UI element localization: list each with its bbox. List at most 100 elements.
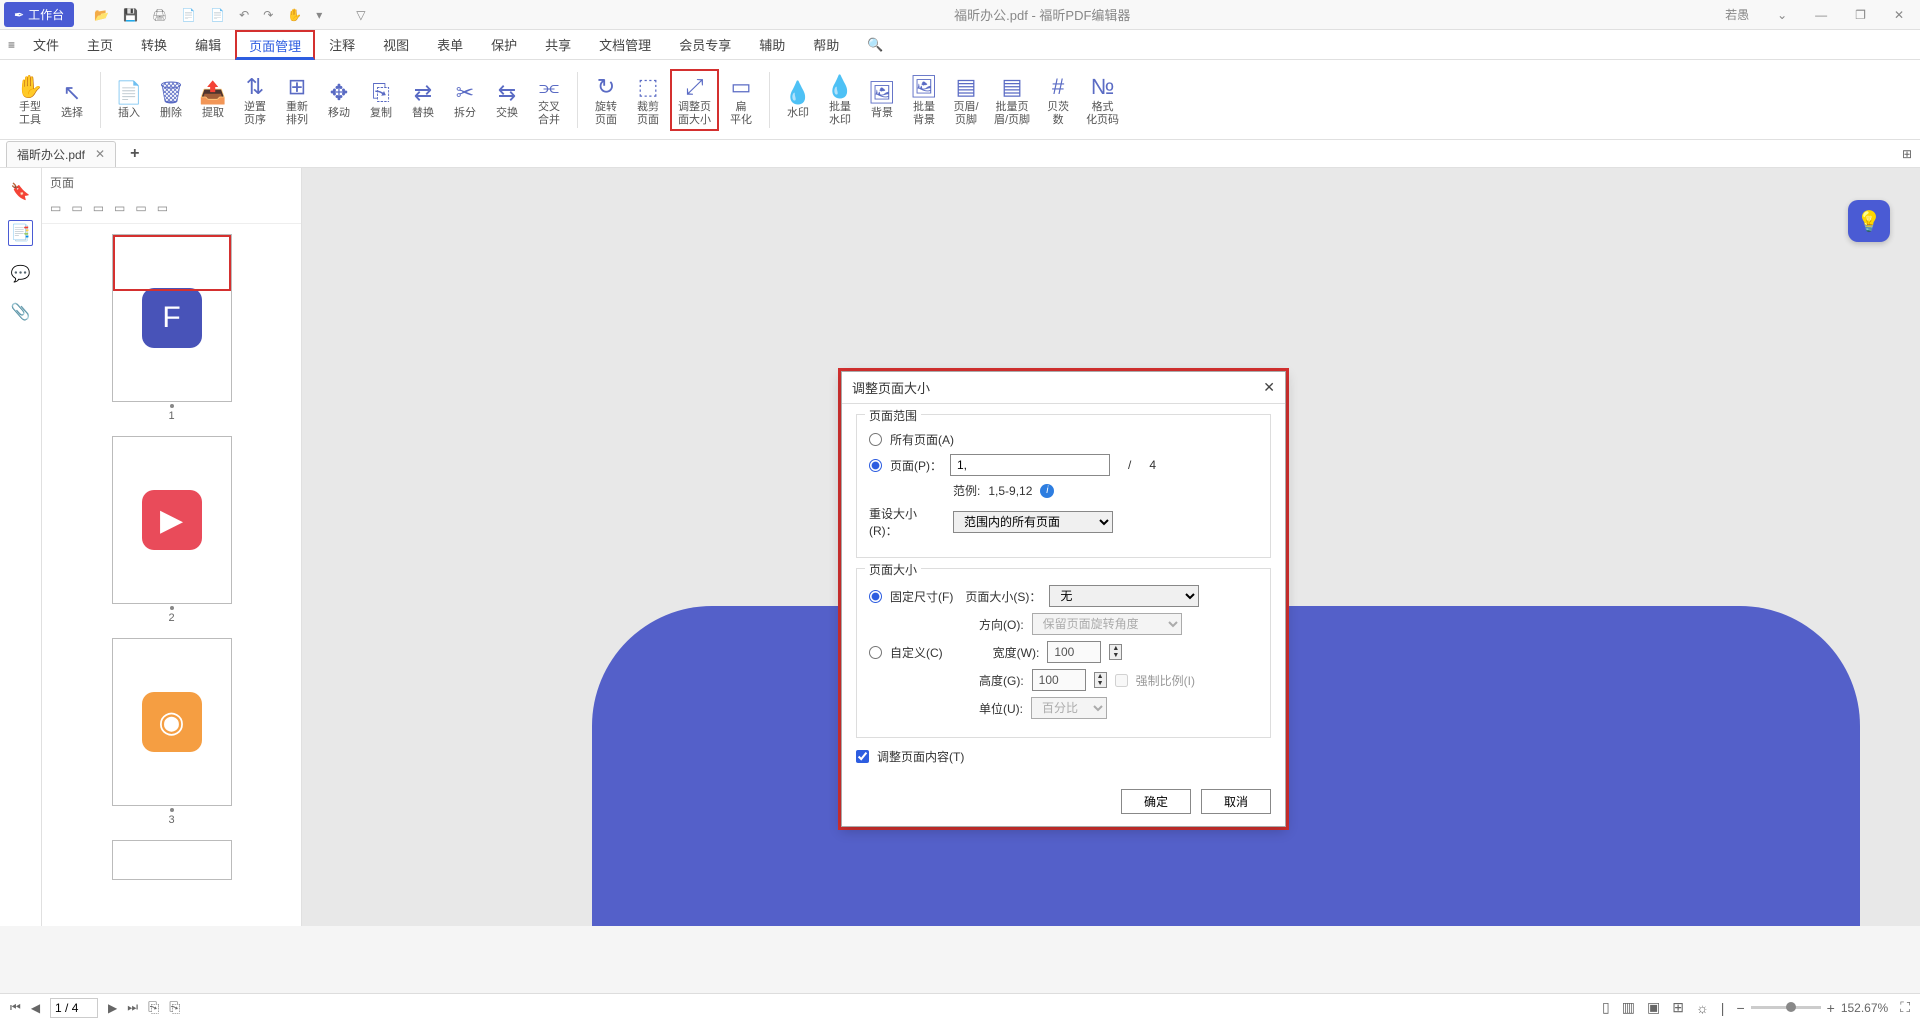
ribbon-hand-tool[interactable]: ✋手型 工具 bbox=[10, 71, 50, 129]
last-page-button[interactable]: ⏭ bbox=[127, 1000, 138, 1015]
dialog-close-button[interactable]: ✕ bbox=[1263, 379, 1275, 396]
zoom-in-button[interactable]: + bbox=[1827, 1000, 1835, 1016]
ribbon-resize-page[interactable]: ⤢调整页 面大小 bbox=[670, 69, 719, 131]
ribbon-swap[interactable]: ⇆交换 bbox=[487, 71, 527, 129]
menu-home[interactable]: 主页 bbox=[73, 29, 127, 60]
ribbon-flatten[interactable]: ▭扁 平化 bbox=[721, 69, 761, 131]
ribbon-rearrange[interactable]: ⊞重新 排列 bbox=[277, 71, 317, 129]
page-thumbnail-1[interactable]: F bbox=[112, 234, 232, 402]
user-label[interactable]: 若愚 bbox=[1719, 4, 1755, 25]
height-spinner[interactable]: ▲▼ bbox=[1094, 672, 1107, 688]
tab-close-icon[interactable]: ✕ bbox=[95, 147, 105, 161]
ribbon-watermark[interactable]: 💧水印 bbox=[778, 71, 818, 129]
fixed-size-radio[interactable] bbox=[869, 590, 882, 603]
ribbon-reverse[interactable]: ⇅逆置 页序 bbox=[235, 71, 275, 129]
first-page-button[interactable]: ⏮ bbox=[10, 1000, 21, 1015]
open-icon[interactable]: 📂 bbox=[94, 8, 109, 22]
undo-icon[interactable]: ↶ bbox=[239, 8, 249, 22]
menu-page-manage[interactable]: 页面管理 bbox=[235, 30, 315, 60]
panel-icon[interactable]: ▭ bbox=[50, 201, 61, 215]
comments-icon[interactable]: 💬 bbox=[11, 264, 31, 284]
doc-icon[interactable]: 📄 bbox=[210, 8, 225, 22]
view-two-page-icon[interactable]: ▣ bbox=[1647, 999, 1660, 1016]
ribbon-background[interactable]: 🖼背景 bbox=[862, 71, 902, 129]
next-page-button[interactable]: ▶ bbox=[108, 1001, 117, 1015]
ribbon-header-footer[interactable]: ▤页眉/ 页脚 bbox=[946, 71, 986, 129]
nav-icon[interactable]: ⎘ bbox=[169, 999, 180, 1016]
bookmark-icon[interactable]: 🔖 bbox=[11, 182, 31, 202]
minimize-button[interactable]: — bbox=[1809, 6, 1833, 24]
menu-protect[interactable]: 保护 bbox=[477, 29, 531, 60]
doc-add-icon[interactable]: 📄 bbox=[181, 8, 196, 22]
menu-assist[interactable]: 辅助 bbox=[745, 29, 799, 60]
ribbon-batch-bg[interactable]: 🖼批量 背景 bbox=[904, 71, 944, 129]
attachments-icon[interactable]: 📎 bbox=[11, 302, 31, 322]
panel-icon[interactable]: ▭ bbox=[71, 201, 82, 215]
ribbon-batch-watermark[interactable]: 💧批量 水印 bbox=[820, 71, 860, 129]
ribbon-split[interactable]: ✂拆分 bbox=[445, 71, 485, 129]
view-single-icon[interactable]: ▯ bbox=[1602, 999, 1610, 1016]
page-viewer[interactable]: 调整页面大小 ✕ 页面范围 所有页面(A) 页面(P)： / 4 bbox=[302, 168, 1920, 926]
pages-radio[interactable] bbox=[869, 459, 882, 472]
ribbon-cross-merge[interactable]: ⫘交叉 合并 bbox=[529, 71, 569, 129]
menu-view[interactable]: 视图 bbox=[369, 29, 423, 60]
zoom-out-button[interactable]: − bbox=[1736, 1000, 1744, 1016]
hamburger-icon[interactable]: ≡ bbox=[8, 38, 15, 52]
search-icon[interactable]: 🔍 bbox=[853, 31, 897, 59]
help-lightbulb-button[interactable]: 💡 bbox=[1848, 200, 1890, 242]
page-number-input[interactable] bbox=[50, 998, 98, 1018]
resize-select[interactable]: 范围内的所有页面 bbox=[953, 511, 1113, 533]
width-spinner[interactable]: ▲▼ bbox=[1109, 644, 1122, 660]
ribbon-bates[interactable]: #贝茨 数 bbox=[1038, 71, 1078, 129]
more-icon[interactable]: ▽ bbox=[356, 8, 365, 22]
zoom-slider[interactable] bbox=[1751, 1006, 1821, 1009]
panel-icon[interactable]: ▭ bbox=[135, 201, 146, 215]
ribbon-crop[interactable]: ⬚裁剪 页面 bbox=[628, 69, 668, 131]
ok-button[interactable]: 确定 bbox=[1121, 789, 1191, 814]
page-size-select[interactable]: 无 bbox=[1049, 585, 1199, 607]
cancel-button[interactable]: 取消 bbox=[1201, 789, 1271, 814]
menu-share[interactable]: 共享 bbox=[531, 29, 585, 60]
all-pages-radio[interactable] bbox=[869, 433, 882, 446]
menu-convert[interactable]: 转换 bbox=[127, 29, 181, 60]
prev-page-button[interactable]: ◀ bbox=[31, 1001, 40, 1015]
menu-comment[interactable]: 注释 bbox=[315, 29, 369, 60]
pages-icon[interactable]: 📑 bbox=[8, 220, 34, 246]
dropdown-icon[interactable]: ▾ bbox=[316, 8, 322, 22]
workspace-button[interactable]: ✒ 工作台 bbox=[4, 2, 74, 27]
fullscreen-icon[interactable]: ⛶ bbox=[1900, 999, 1910, 1016]
menu-form[interactable]: 表单 bbox=[423, 29, 477, 60]
ribbon-select[interactable]: ↖选择 bbox=[52, 71, 92, 129]
redo-icon[interactable]: ↷ bbox=[263, 8, 273, 22]
ribbon-move[interactable]: ✥移动 bbox=[319, 71, 359, 129]
adjust-content-checkbox[interactable] bbox=[856, 750, 869, 763]
menu-file[interactable]: 文件 bbox=[19, 29, 73, 60]
user-dropdown-icon[interactable]: ⌄ bbox=[1771, 6, 1793, 24]
ribbon-copy[interactable]: ⎘复制 bbox=[361, 71, 401, 129]
view-continuous-icon[interactable]: ▥ bbox=[1622, 999, 1635, 1016]
pages-input[interactable] bbox=[950, 454, 1110, 476]
close-button[interactable]: ✕ bbox=[1888, 6, 1910, 24]
maximize-button[interactable]: ❐ bbox=[1849, 6, 1872, 24]
ribbon-insert[interactable]: 📄插入 bbox=[109, 71, 149, 129]
menu-vip[interactable]: 会员专享 bbox=[665, 29, 745, 60]
ribbon-rotate[interactable]: ↻旋转 页面 bbox=[586, 69, 626, 131]
ribbon-replace[interactable]: ⇄替换 bbox=[403, 71, 443, 129]
view-brightness-icon[interactable]: ☼ bbox=[1696, 1000, 1709, 1016]
panel-icon[interactable]: ▭ bbox=[157, 201, 168, 215]
save-icon[interactable]: 💾 bbox=[123, 8, 138, 22]
tab-add-button[interactable]: + bbox=[130, 145, 139, 163]
page-thumbnail-3[interactable]: ◉ bbox=[112, 638, 232, 806]
ribbon-extract[interactable]: 📤提取 bbox=[193, 71, 233, 129]
panel-icon[interactable]: ▭ bbox=[93, 201, 104, 215]
tab-expand-icon[interactable]: ⊞ bbox=[1902, 147, 1912, 161]
menu-edit[interactable]: 编辑 bbox=[181, 29, 235, 60]
page-thumbnail-2[interactable]: ▶ bbox=[112, 436, 232, 604]
info-icon[interactable]: i bbox=[1040, 484, 1054, 498]
page-thumbnail-4[interactable] bbox=[112, 840, 232, 880]
menu-help[interactable]: 帮助 bbox=[799, 29, 853, 60]
ribbon-batch-hf[interactable]: ▤批量页 眉/页脚 bbox=[988, 71, 1036, 129]
hand-icon[interactable]: ✋ bbox=[287, 8, 302, 22]
ribbon-format-page-number[interactable]: №格式 化页码 bbox=[1080, 71, 1125, 129]
print-icon[interactable]: 🖨 bbox=[152, 8, 167, 22]
